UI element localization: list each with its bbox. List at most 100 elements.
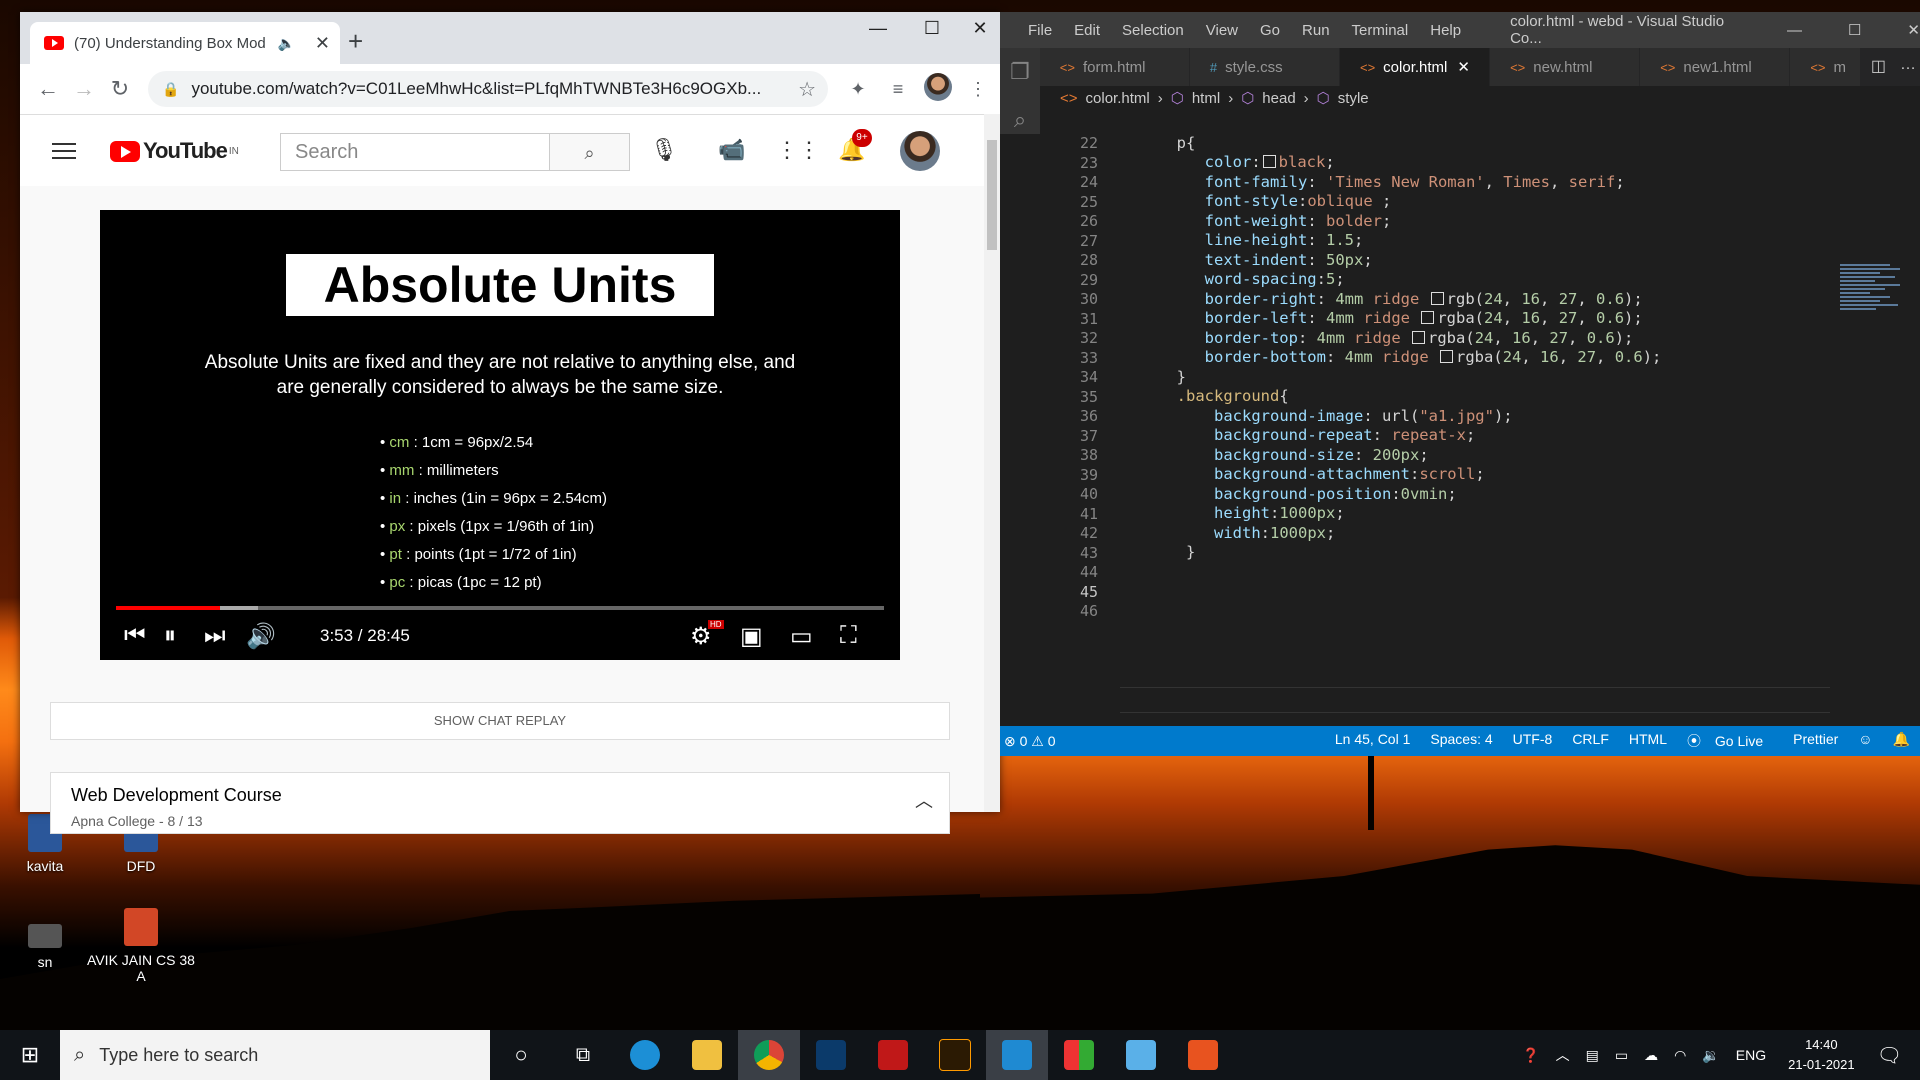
illustrator-icon[interactable]: [924, 1030, 986, 1080]
powershell-icon[interactable]: [800, 1030, 862, 1080]
chevron-up-icon[interactable]: ︿: [915, 787, 933, 813]
close-window-button[interactable]: ✕: [1907, 21, 1920, 39]
menu-edit[interactable]: Edit: [1074, 22, 1100, 39]
chrome-tab-youtube[interactable]: (70) Understanding Box Mod 🔈 ✕: [30, 22, 340, 64]
page-scrollbar[interactable]: [984, 114, 1000, 812]
video-progress-bar[interactable]: [116, 606, 884, 610]
microphone-icon[interactable]: 🎙: [650, 137, 678, 163]
chrome-taskbar-icon[interactable]: [738, 1030, 800, 1080]
create-video-icon[interactable]: 📹: [718, 137, 745, 163]
notifications-icon[interactable]: 🗨: [1877, 1043, 1902, 1068]
chrome-menu-kebab-icon[interactable]: ⋮: [958, 79, 998, 100]
volume-icon[interactable]: 🔊: [246, 622, 276, 651]
menu-help[interactable]: Help: [1430, 22, 1461, 39]
mcafee-icon[interactable]: [862, 1030, 924, 1080]
reading-list-icon[interactable]: ≡: [878, 79, 918, 100]
speaker-icon[interactable]: 🔈: [277, 35, 294, 52]
theater-mode-icon[interactable]: ▭: [790, 622, 813, 651]
explorer-icon[interactable]: ❐: [1000, 48, 1040, 96]
desktop-icon-sn[interactable]: sn: [0, 914, 100, 970]
clock[interactable]: 14:40 21-01-2021: [1788, 1035, 1855, 1075]
cursor-position[interactable]: Ln 45, Col 1: [1335, 731, 1411, 751]
menu-view[interactable]: View: [1206, 22, 1238, 39]
reload-button[interactable]: ↻: [102, 76, 138, 102]
youtube-search-button[interactable]: ⌕: [550, 133, 630, 171]
feedback-icon[interactable]: ☺: [1858, 731, 1872, 751]
encoding-setting[interactable]: UTF-8: [1513, 731, 1553, 751]
tab-new1-html[interactable]: <> new1.html: [1640, 48, 1791, 86]
show-chat-replay-button[interactable]: SHOW CHAT REPLAY: [50, 702, 950, 740]
apps-grid-icon[interactable]: ⋮⋮: [776, 137, 820, 163]
eol-setting[interactable]: CRLF: [1572, 731, 1609, 751]
close-icon[interactable]: ✕: [315, 33, 330, 54]
minimize-button[interactable]: —: [858, 18, 898, 39]
task-view-icon[interactable]: ⧉: [552, 1030, 614, 1080]
breadcrumb-item[interactable]: head: [1262, 90, 1295, 107]
bookmark-star-icon[interactable]: ☆: [798, 77, 816, 102]
edge-icon[interactable]: [614, 1030, 676, 1080]
code-editor[interactable]: 22 23 24 25 26 27 28 29 30 31 32 33 34 35 36 37 38 39 40 41…: [1000, 134, 1920, 726]
maximize-button[interactable]: ☐: [912, 18, 952, 39]
close-window-button[interactable]: ✕: [960, 18, 1000, 39]
minimize-button[interactable]: —: [1787, 22, 1802, 39]
go-live-button[interactable]: ⦿ Go Live: [1687, 731, 1773, 751]
profile-avatar-button[interactable]: [918, 72, 958, 106]
tab-form-html[interactable]: <> form.html: [1039, 48, 1190, 86]
indentation-setting[interactable]: Spaces: 4: [1430, 731, 1492, 751]
file-explorer-icon[interactable]: [676, 1030, 738, 1080]
new-tab-button[interactable]: +: [348, 26, 363, 57]
breadcrumb-item[interactable]: color.html: [1086, 90, 1150, 107]
menu-selection[interactable]: Selection: [1122, 22, 1184, 39]
app-grid-icon[interactable]: [1048, 1030, 1110, 1080]
problems-indicator[interactable]: ⊗ 0 ⚠ 0: [1004, 733, 1056, 750]
split-editor-icon[interactable]: ◫: [1871, 56, 1886, 78]
chevron-up-icon[interactable]: ︿: [1556, 1045, 1570, 1065]
pause-icon[interactable]: ⏸: [164, 622, 176, 650]
youtube-logo[interactable]: YouTube IN: [110, 138, 239, 164]
volume-icon[interactable]: 🔉: [1702, 1047, 1719, 1064]
tab-new-html[interactable]: <> new.html: [1490, 48, 1641, 86]
tab-m[interactable]: <> m: [1790, 48, 1861, 86]
vscode-taskbar-icon[interactable]: [986, 1030, 1048, 1080]
scrollbar-thumb[interactable]: [987, 140, 997, 250]
onedrive-cloud-icon[interactable]: ☁: [1644, 1047, 1658, 1064]
back-button[interactable]: ←: [30, 76, 66, 102]
office-icon[interactable]: [1172, 1030, 1234, 1080]
window-app-icon[interactable]: [1110, 1030, 1172, 1080]
notifications-bell-icon[interactable]: 🔔: [1893, 731, 1910, 751]
previous-video-icon[interactable]: ⏮: [124, 622, 146, 650]
cortana-icon[interactable]: ○: [490, 1030, 552, 1080]
youtube-search-input[interactable]: Search: [280, 133, 550, 171]
taskbar-search-box[interactable]: ⌕ Type here to search: [60, 1030, 490, 1080]
prettier-status[interactable]: Prettier: [1793, 731, 1838, 751]
device-icon[interactable]: ▤: [1586, 1047, 1599, 1064]
language-indicator[interactable]: ENG: [1736, 1047, 1766, 1063]
more-actions-icon[interactable]: …: [1900, 56, 1916, 78]
hamburger-menu-icon[interactable]: [52, 138, 76, 164]
help-icon[interactable]: ❓: [1522, 1047, 1539, 1064]
maximize-button[interactable]: ☐: [1848, 21, 1861, 39]
youtube-account-avatar[interactable]: [900, 131, 940, 176]
address-bar[interactable]: 🔒 youtube.com/watch?v=C01LeeMhwHc&list=P…: [148, 71, 828, 107]
windows-start-icon[interactable]: ⊞: [0, 1042, 60, 1068]
fullscreen-icon[interactable]: ⛶: [840, 622, 857, 650]
miniplayer-icon[interactable]: ▣: [740, 622, 763, 651]
menu-file[interactable]: File: [1028, 22, 1052, 39]
extensions-puzzle-icon[interactable]: ✦: [838, 79, 878, 100]
breadcrumb-item[interactable]: style: [1338, 90, 1369, 107]
breadcrumb-item[interactable]: html: [1192, 90, 1220, 107]
desktop-icon-avik-jain[interactable]: AVIK JAIN CS 38 A: [86, 908, 196, 984]
close-icon[interactable]: ✕: [1457, 58, 1470, 76]
next-video-icon[interactable]: ⏭: [204, 622, 226, 650]
menu-run[interactable]: Run: [1302, 22, 1330, 39]
tab-style-css[interactable]: # style.css: [1189, 48, 1340, 86]
forward-button[interactable]: →: [66, 76, 102, 102]
menu-terminal[interactable]: Terminal: [1352, 22, 1409, 39]
battery-icon[interactable]: ▭: [1615, 1047, 1628, 1064]
minimap[interactable]: [1840, 262, 1910, 382]
language-mode[interactable]: HTML: [1629, 731, 1667, 751]
video-player[interactable]: Absolute Units Absolute Units are fixed …: [100, 210, 900, 660]
tab-color-html[interactable]: <> color.html ✕: [1339, 48, 1491, 86]
menu-go[interactable]: Go: [1260, 22, 1280, 39]
wifi-icon[interactable]: ◠: [1674, 1047, 1686, 1064]
